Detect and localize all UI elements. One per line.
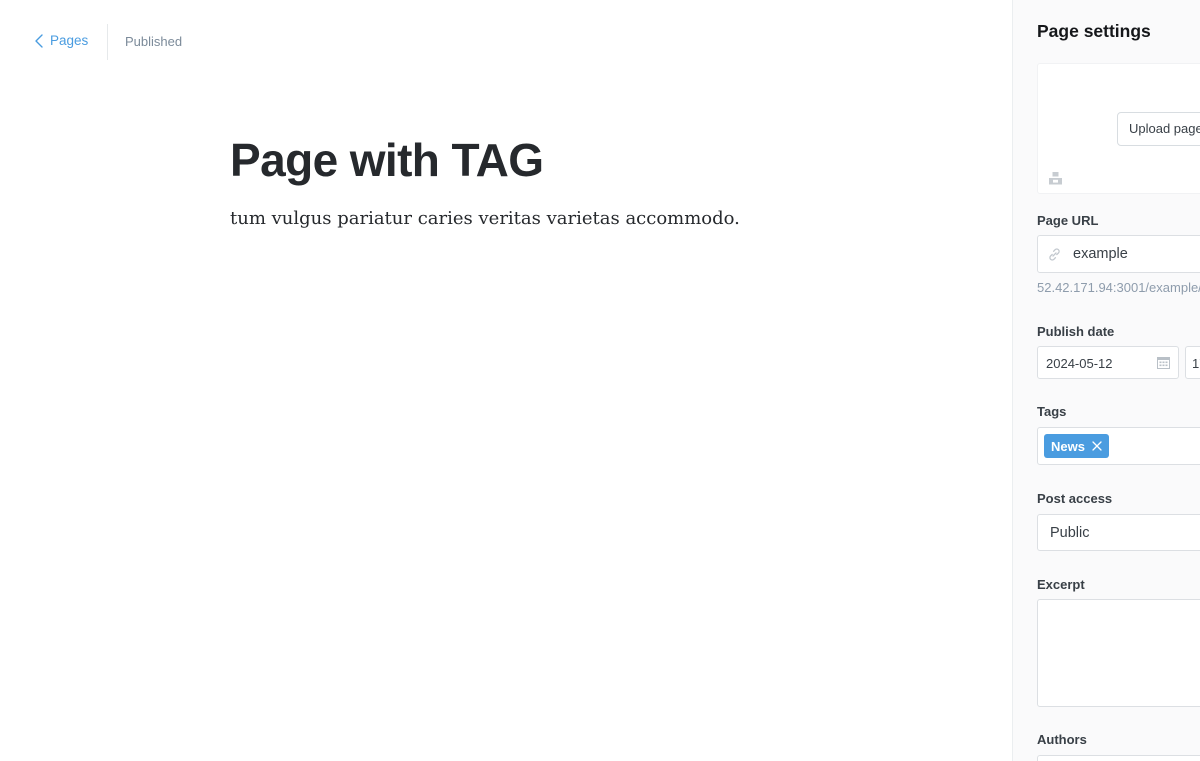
post-title[interactable]: Page with TAG — [230, 133, 544, 187]
post-access-label: Post access — [1037, 491, 1113, 506]
publish-time-value: 17:00 — [1192, 356, 1200, 371]
close-icon[interactable] — [1092, 441, 1102, 451]
back-to-pages-link[interactable]: Pages — [34, 33, 88, 48]
authors-field[interactable] — [1037, 755, 1200, 761]
settings-panel: Page settings Upload page image Page URL… — [1012, 0, 1200, 761]
unsplash-icon[interactable] — [1048, 171, 1063, 185]
page-url-field[interactable]: example — [1037, 235, 1200, 273]
tag-chip-label: News — [1051, 438, 1085, 454]
settings-title: Page settings — [1037, 21, 1151, 41]
editor-topbar: Pages Published — [0, 0, 1012, 84]
post-body[interactable]: tum vulgus pariatur caries veritas varie… — [230, 208, 740, 229]
post-access-select[interactable]: Public — [1037, 514, 1200, 551]
tags-label: Tags — [1037, 404, 1067, 419]
back-link-label: Pages — [50, 33, 89, 48]
editor-app: Pages Published Page with TAG tum vulgus… — [0, 0, 1200, 761]
excerpt-label: Excerpt — [1037, 577, 1085, 592]
excerpt-textarea[interactable] — [1037, 599, 1200, 707]
page-url-label: Page URL — [1037, 213, 1099, 228]
link-icon — [1049, 248, 1060, 261]
calendar-icon[interactable] — [1157, 356, 1170, 369]
authors-label: Authors — [1037, 732, 1087, 747]
upload-image-button[interactable]: Upload page image — [1117, 112, 1200, 146]
chevron-left-icon — [35, 33, 43, 48]
publish-date-field[interactable]: 2024-05-12 — [1037, 346, 1179, 379]
publish-time-field[interactable]: 17:00 — [1185, 346, 1200, 379]
topbar-divider — [107, 24, 108, 60]
post-access-value: Public — [1050, 525, 1090, 541]
tags-field[interactable]: News — [1037, 427, 1200, 465]
page-url-value: example — [1073, 246, 1128, 262]
publish-date-label: Publish date — [1037, 324, 1115, 339]
feature-image-area[interactable]: Upload page image — [1037, 63, 1200, 194]
editor-canvas: Pages Published Page with TAG tum vulgus… — [0, 0, 1012, 761]
tag-chip[interactable]: News — [1044, 434, 1109, 458]
publish-date-value: 2024-05-12 — [1046, 356, 1113, 371]
post-status: Published — [125, 34, 183, 49]
page-url-hint[interactable]: 52.42.171.94:3001/example/ — [1037, 280, 1200, 295]
